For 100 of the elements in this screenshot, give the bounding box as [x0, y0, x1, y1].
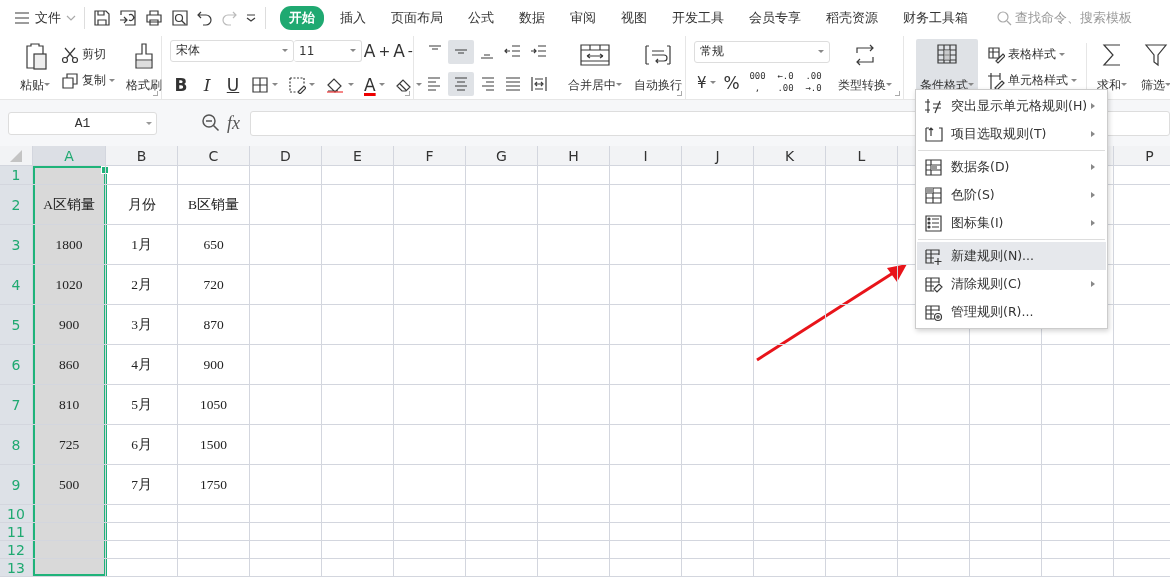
align-middle-button[interactable] [448, 39, 474, 64]
ribbon-tab[interactable]: 开发工具 [663, 6, 733, 30]
italic-button[interactable]: I [196, 72, 218, 97]
empty-cell [970, 523, 1042, 541]
empty-cell [898, 465, 970, 505]
column-header[interactable]: B [106, 146, 178, 166]
empty-cell [754, 166, 826, 185]
menu-item[interactable]: 项目选取规则(T) [917, 120, 1106, 148]
decrease-decimal-button[interactable]: .00 →.0 [800, 70, 827, 95]
column-header[interactable]: E [322, 146, 394, 166]
redo-icon[interactable] [221, 10, 237, 26]
menu-item[interactable]: 数据条(D) [917, 153, 1106, 181]
underline-button[interactable]: U [222, 72, 244, 97]
function-button[interactable]: fx [227, 112, 240, 134]
align-top-icon [426, 44, 444, 50]
empty-cell [466, 225, 538, 265]
font-size-dropdown[interactable]: 11 [294, 39, 362, 62]
empty-cell [754, 465, 826, 505]
empty-cell [610, 465, 682, 505]
bold-button[interactable]: B [170, 72, 192, 97]
ribbon-tab[interactable]: 公式 [459, 6, 503, 30]
data-bar-icon [924, 157, 943, 177]
filter-button[interactable]: 筛选 [1137, 38, 1170, 97]
column-header[interactable]: P [1114, 146, 1170, 166]
empty-cell [682, 465, 754, 505]
zoom-icon[interactable] [201, 113, 221, 133]
currency-button[interactable]: ¥ [694, 73, 719, 92]
column-header[interactable]: H [538, 146, 610, 166]
thousands-separator-button[interactable]: 000 , [744, 70, 771, 95]
dropdown-icon[interactable] [245, 13, 257, 23]
fill-handle[interactable] [101, 166, 109, 174]
empty-cell [466, 505, 538, 523]
table-cell: 1750 [178, 465, 250, 505]
undo-icon[interactable] [197, 10, 213, 26]
font-color-button[interactable]: A [361, 72, 388, 97]
empty-cell [1042, 541, 1114, 559]
table-style-button[interactable]: 表格样式 [984, 45, 1080, 64]
column-header[interactable]: D [250, 146, 322, 166]
save-icon[interactable] [93, 9, 111, 27]
ribbon-tab[interactable]: 页面布局 [382, 6, 452, 30]
empty-cell [322, 541, 394, 559]
empty-cell [610, 185, 682, 225]
table-cell: B区销量 [178, 185, 250, 225]
empty-cell [754, 345, 826, 385]
copy-button[interactable]: 复制 [58, 71, 118, 90]
empty-cell [682, 265, 754, 305]
empty-cell [322, 265, 394, 305]
empty-cell [826, 559, 898, 577]
empty-cell [538, 541, 610, 559]
name-box[interactable]: A1 [8, 111, 157, 135]
font-name-dropdown[interactable]: 宋体 [170, 39, 294, 62]
cut-button[interactable]: 剪切 [58, 45, 118, 64]
ribbon-tab[interactable]: 视图 [612, 6, 656, 30]
ribbon-tab[interactable]: 会员专享 [740, 6, 810, 30]
empty-cell [394, 265, 466, 305]
column-header[interactable]: J [682, 146, 754, 166]
empty-cell [610, 523, 682, 541]
column-header[interactable]: C [178, 146, 250, 166]
align-center-button[interactable] [448, 71, 474, 96]
file-menu-button[interactable]: 文件 [14, 9, 76, 27]
merge-center-button[interactable]: 合并居中 [564, 38, 626, 97]
empty-cell [322, 385, 394, 425]
empty-cell [826, 305, 898, 345]
format-painter-button[interactable]: 格式刷 [122, 38, 166, 97]
empty-cell [322, 425, 394, 465]
type-convert-button[interactable]: 类型转换 [834, 38, 896, 97]
ribbon-tab[interactable]: 插入 [331, 6, 375, 30]
wrap-text-button[interactable]: 自动换行 [630, 38, 686, 97]
menu-item[interactable]: 色阶(S) [917, 181, 1106, 209]
top-ten-icon [924, 124, 943, 144]
column-header[interactable]: G [466, 146, 538, 166]
percent-button[interactable]: % [720, 70, 743, 95]
empty-cell [754, 425, 826, 465]
copy-icon [61, 71, 79, 90]
menu-item[interactable]: 新建规则(N)... [917, 242, 1106, 270]
empty-cell [682, 305, 754, 345]
ribbon-tab[interactable]: 数据 [510, 6, 554, 30]
ribbon-tab[interactable]: 财务工具箱 [894, 6, 977, 30]
ribbon-tab[interactable]: 稻壳资源 [817, 6, 887, 30]
column-header[interactable]: F [394, 146, 466, 166]
number-format-dropdown[interactable]: 常规 [694, 40, 830, 63]
menu-item[interactable]: 图标集(I) [917, 209, 1106, 237]
border-grid-icon [251, 75, 269, 94]
menu-item[interactable]: 清除规则(C) [917, 270, 1106, 298]
empty-cell [970, 505, 1042, 523]
paste-button[interactable]: 粘贴 [16, 38, 54, 97]
empty-cell [610, 541, 682, 559]
print-preview-icon[interactable] [171, 9, 189, 27]
empty-cell [970, 559, 1042, 577]
empty-cell [250, 225, 322, 265]
empty-cell [682, 425, 754, 465]
column-header[interactable]: L [826, 146, 898, 166]
menu-item[interactable]: 管理规则(R)... [917, 298, 1106, 326]
column-header[interactable]: I [610, 146, 682, 166]
ribbon-tab[interactable]: 审阅 [561, 6, 605, 30]
print-icon[interactable] [145, 9, 163, 27]
increase-decimal-button[interactable]: ←.0 .00 [772, 70, 799, 95]
export-icon[interactable] [119, 9, 137, 27]
column-header[interactable]: K [754, 146, 826, 166]
empty-cell [1042, 559, 1114, 577]
